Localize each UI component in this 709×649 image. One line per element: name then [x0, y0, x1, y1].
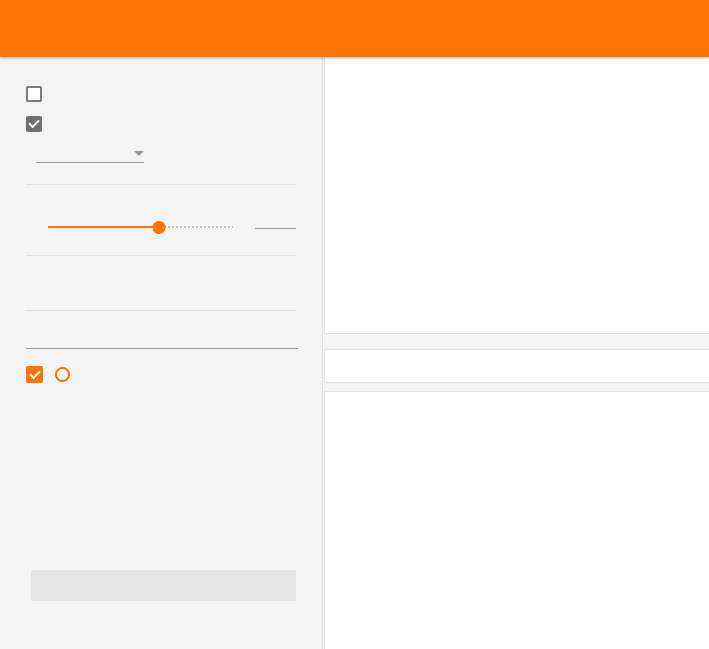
chart-toolbar — [325, 69, 709, 77]
smoothing-slider[interactable] — [48, 220, 233, 234]
app-header — [0, 0, 709, 57]
tooltip-sorting-select[interactable] — [36, 151, 144, 163]
chart-toolbar — [325, 404, 709, 412]
chart-card-title — [325, 57, 709, 69]
slider-fill — [48, 226, 159, 228]
smoothing-row — [26, 220, 296, 234]
slider-knob[interactable] — [152, 221, 166, 234]
chevron-down-icon — [134, 151, 144, 156]
checkbox-show-download-links[interactable] — [26, 85, 42, 102]
checkbox-ignore-outliers[interactable] — [26, 115, 42, 132]
runs-filter-input[interactable] — [26, 343, 298, 349]
settings-group — [0, 57, 322, 163]
chart-card-discriminator-loss — [324, 57, 709, 334]
toggle-all-runs-button[interactable] — [31, 570, 296, 601]
sidebar — [0, 57, 323, 649]
charts-column — [324, 57, 709, 649]
smoothing-value-input[interactable] — [255, 225, 296, 229]
runs-list — [26, 366, 296, 383]
tensorboard-app — [0, 0, 709, 649]
chart-card-generator-loss — [324, 391, 709, 649]
smoothing-group — [0, 185, 322, 234]
option-show-download-links[interactable] — [26, 79, 296, 108]
horizontal-axis-group — [0, 256, 322, 289]
section-header-generator-loss[interactable] — [324, 349, 709, 383]
option-ignore-outliers[interactable] — [26, 109, 296, 138]
chart-card-title — [325, 392, 709, 404]
run-color-ring-icon[interactable] — [55, 367, 70, 382]
runs-group — [0, 311, 322, 383]
run-checkbox[interactable] — [26, 366, 43, 383]
tooltip-sorting-row — [26, 151, 296, 163]
